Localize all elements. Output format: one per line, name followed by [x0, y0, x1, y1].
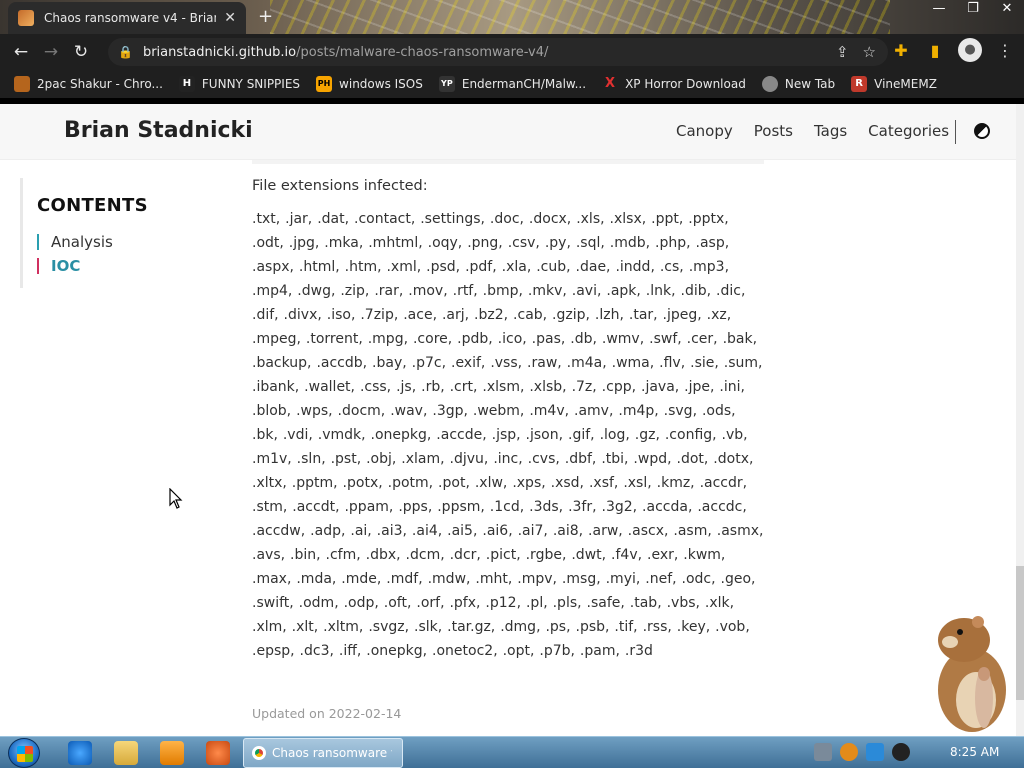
menu-kebab-icon[interactable]: ⋮ [994, 41, 1016, 60]
toc-item-ioc[interactable]: IOC [37, 258, 80, 274]
extensions-puzzle-icon[interactable]: ✚ [890, 41, 912, 60]
extensions-heading: File extensions infected: [252, 178, 428, 194]
start-button[interactable] [8, 738, 40, 768]
browser-toolbar: ← → ↻ 🔒 brianstadnicki.github.io/posts/m… [0, 34, 1024, 70]
paint-icon[interactable] [206, 741, 230, 765]
site-favicon-icon [18, 10, 34, 26]
content-card-edge [252, 160, 764, 164]
reload-icon[interactable]: ↻ [66, 37, 96, 67]
window-controls: — ❐ ✕ [922, 0, 1024, 22]
internet-explorer-icon[interactable] [68, 741, 92, 765]
browser-title-bar: Chaos ransomware v4 - Brian Stadnicki ✕ … [0, 0, 1024, 34]
minimize-button[interactable]: — [922, 0, 956, 20]
windows-taskbar: Chaos ransomware v... 8:25 AM [0, 736, 1024, 768]
ph-icon: PH [316, 76, 333, 92]
profile-avatar-icon[interactable]: ● [958, 38, 982, 62]
url-host: brianstadnicki.github.io [142, 44, 297, 60]
tray-volume-icon[interactable] [892, 743, 910, 761]
tray-app-icon[interactable] [814, 743, 832, 761]
bookmarks-bar: 2pac Shakur - Chro... H FUNNY SNIPPIES PH… [0, 70, 1024, 98]
close-window-button[interactable]: ✕ [990, 0, 1024, 20]
theme-toggle-icon[interactable] [974, 123, 990, 139]
toc-title: CONTENTS [37, 195, 148, 216]
r-icon: R [851, 76, 868, 92]
scrollbar-thumb[interactable] [1016, 566, 1024, 700]
chrome-icon [252, 746, 266, 760]
music-icon [14, 76, 30, 92]
tab-title: Chaos ransomware v4 - Brian Stadnicki [44, 11, 216, 25]
bookmark-star-icon[interactable]: ☆ [863, 43, 876, 61]
share-icon[interactable]: ⇪ [836, 43, 849, 61]
hamster-mascot-icon [938, 616, 1006, 732]
site-title[interactable]: Brian Stadnicki [64, 118, 253, 143]
site-header: Brian Stadnicki Canopy Posts Tags Catego… [0, 104, 1016, 160]
address-bar[interactable]: 🔒 brianstadnicki.github.io/posts/malware… [108, 38, 888, 66]
globe-icon [761, 76, 778, 92]
yp-icon: YP [438, 76, 455, 92]
nav-link-categories[interactable]: Categories [868, 122, 949, 140]
side-panel-icon[interactable]: ▮ [924, 41, 946, 60]
table-of-contents: CONTENTS Analysis IOC [20, 178, 210, 288]
bookmark-item[interactable]: X XP Horror Download [602, 76, 746, 92]
site-nav: Canopy Posts Tags Categories [676, 122, 949, 140]
theme-background [270, 0, 890, 34]
restore-button[interactable]: ❐ [956, 0, 990, 20]
toc-item-analysis[interactable]: Analysis [37, 234, 113, 250]
extensions-list: .txt, .jar, .dat, .contact, .settings, .… [252, 211, 764, 659]
new-tab-button[interactable]: + [258, 6, 273, 27]
tray-monitor-icon[interactable] [866, 743, 884, 761]
bookmark-item[interactable]: 2pac Shakur - Chro... [14, 76, 163, 92]
back-arrow-icon[interactable]: ← [6, 37, 36, 67]
nav-link-posts[interactable]: Posts [754, 122, 793, 140]
active-tab[interactable]: Chaos ransomware v4 - Brian Stadnicki ✕ [8, 2, 246, 34]
h-icon: H [178, 76, 195, 92]
media-player-icon[interactable] [160, 741, 184, 765]
windows-logo-icon [17, 746, 33, 762]
nav-link-canopy[interactable]: Canopy [676, 122, 733, 140]
taskbar-chrome-window[interactable]: Chaos ransomware v... [243, 738, 403, 768]
bookmark-item[interactable]: H FUNNY SNIPPIES [178, 76, 300, 92]
mouse-cursor-icon [169, 488, 183, 509]
url-path: /posts/malware-chaos-ransomware-v4/ [296, 44, 549, 60]
nav-divider [955, 120, 956, 144]
bookmark-item[interactable]: YP EndermanCH/Malw... [438, 76, 586, 92]
nav-link-tags[interactable]: Tags [814, 122, 847, 140]
close-tab-icon[interactable]: ✕ [224, 10, 236, 26]
tray-search-icon[interactable] [840, 743, 858, 761]
taskbar-window-label: Chaos ransomware v... [272, 746, 392, 760]
bookmark-item[interactable]: R VineMEMZ [851, 76, 937, 92]
x-icon: X [605, 76, 616, 91]
taskbar-clock[interactable]: 8:25 AM [950, 745, 999, 759]
bookmark-item[interactable]: New Tab [761, 76, 835, 92]
bookmark-item[interactable]: PH windows ISOS [316, 76, 423, 92]
updated-date: Updated on 2022-02-14 [252, 706, 402, 721]
system-tray [814, 743, 910, 761]
forward-arrow-icon[interactable]: → [36, 37, 66, 67]
file-explorer-icon[interactable] [114, 741, 138, 765]
lock-icon[interactable]: 🔒 [118, 45, 133, 59]
